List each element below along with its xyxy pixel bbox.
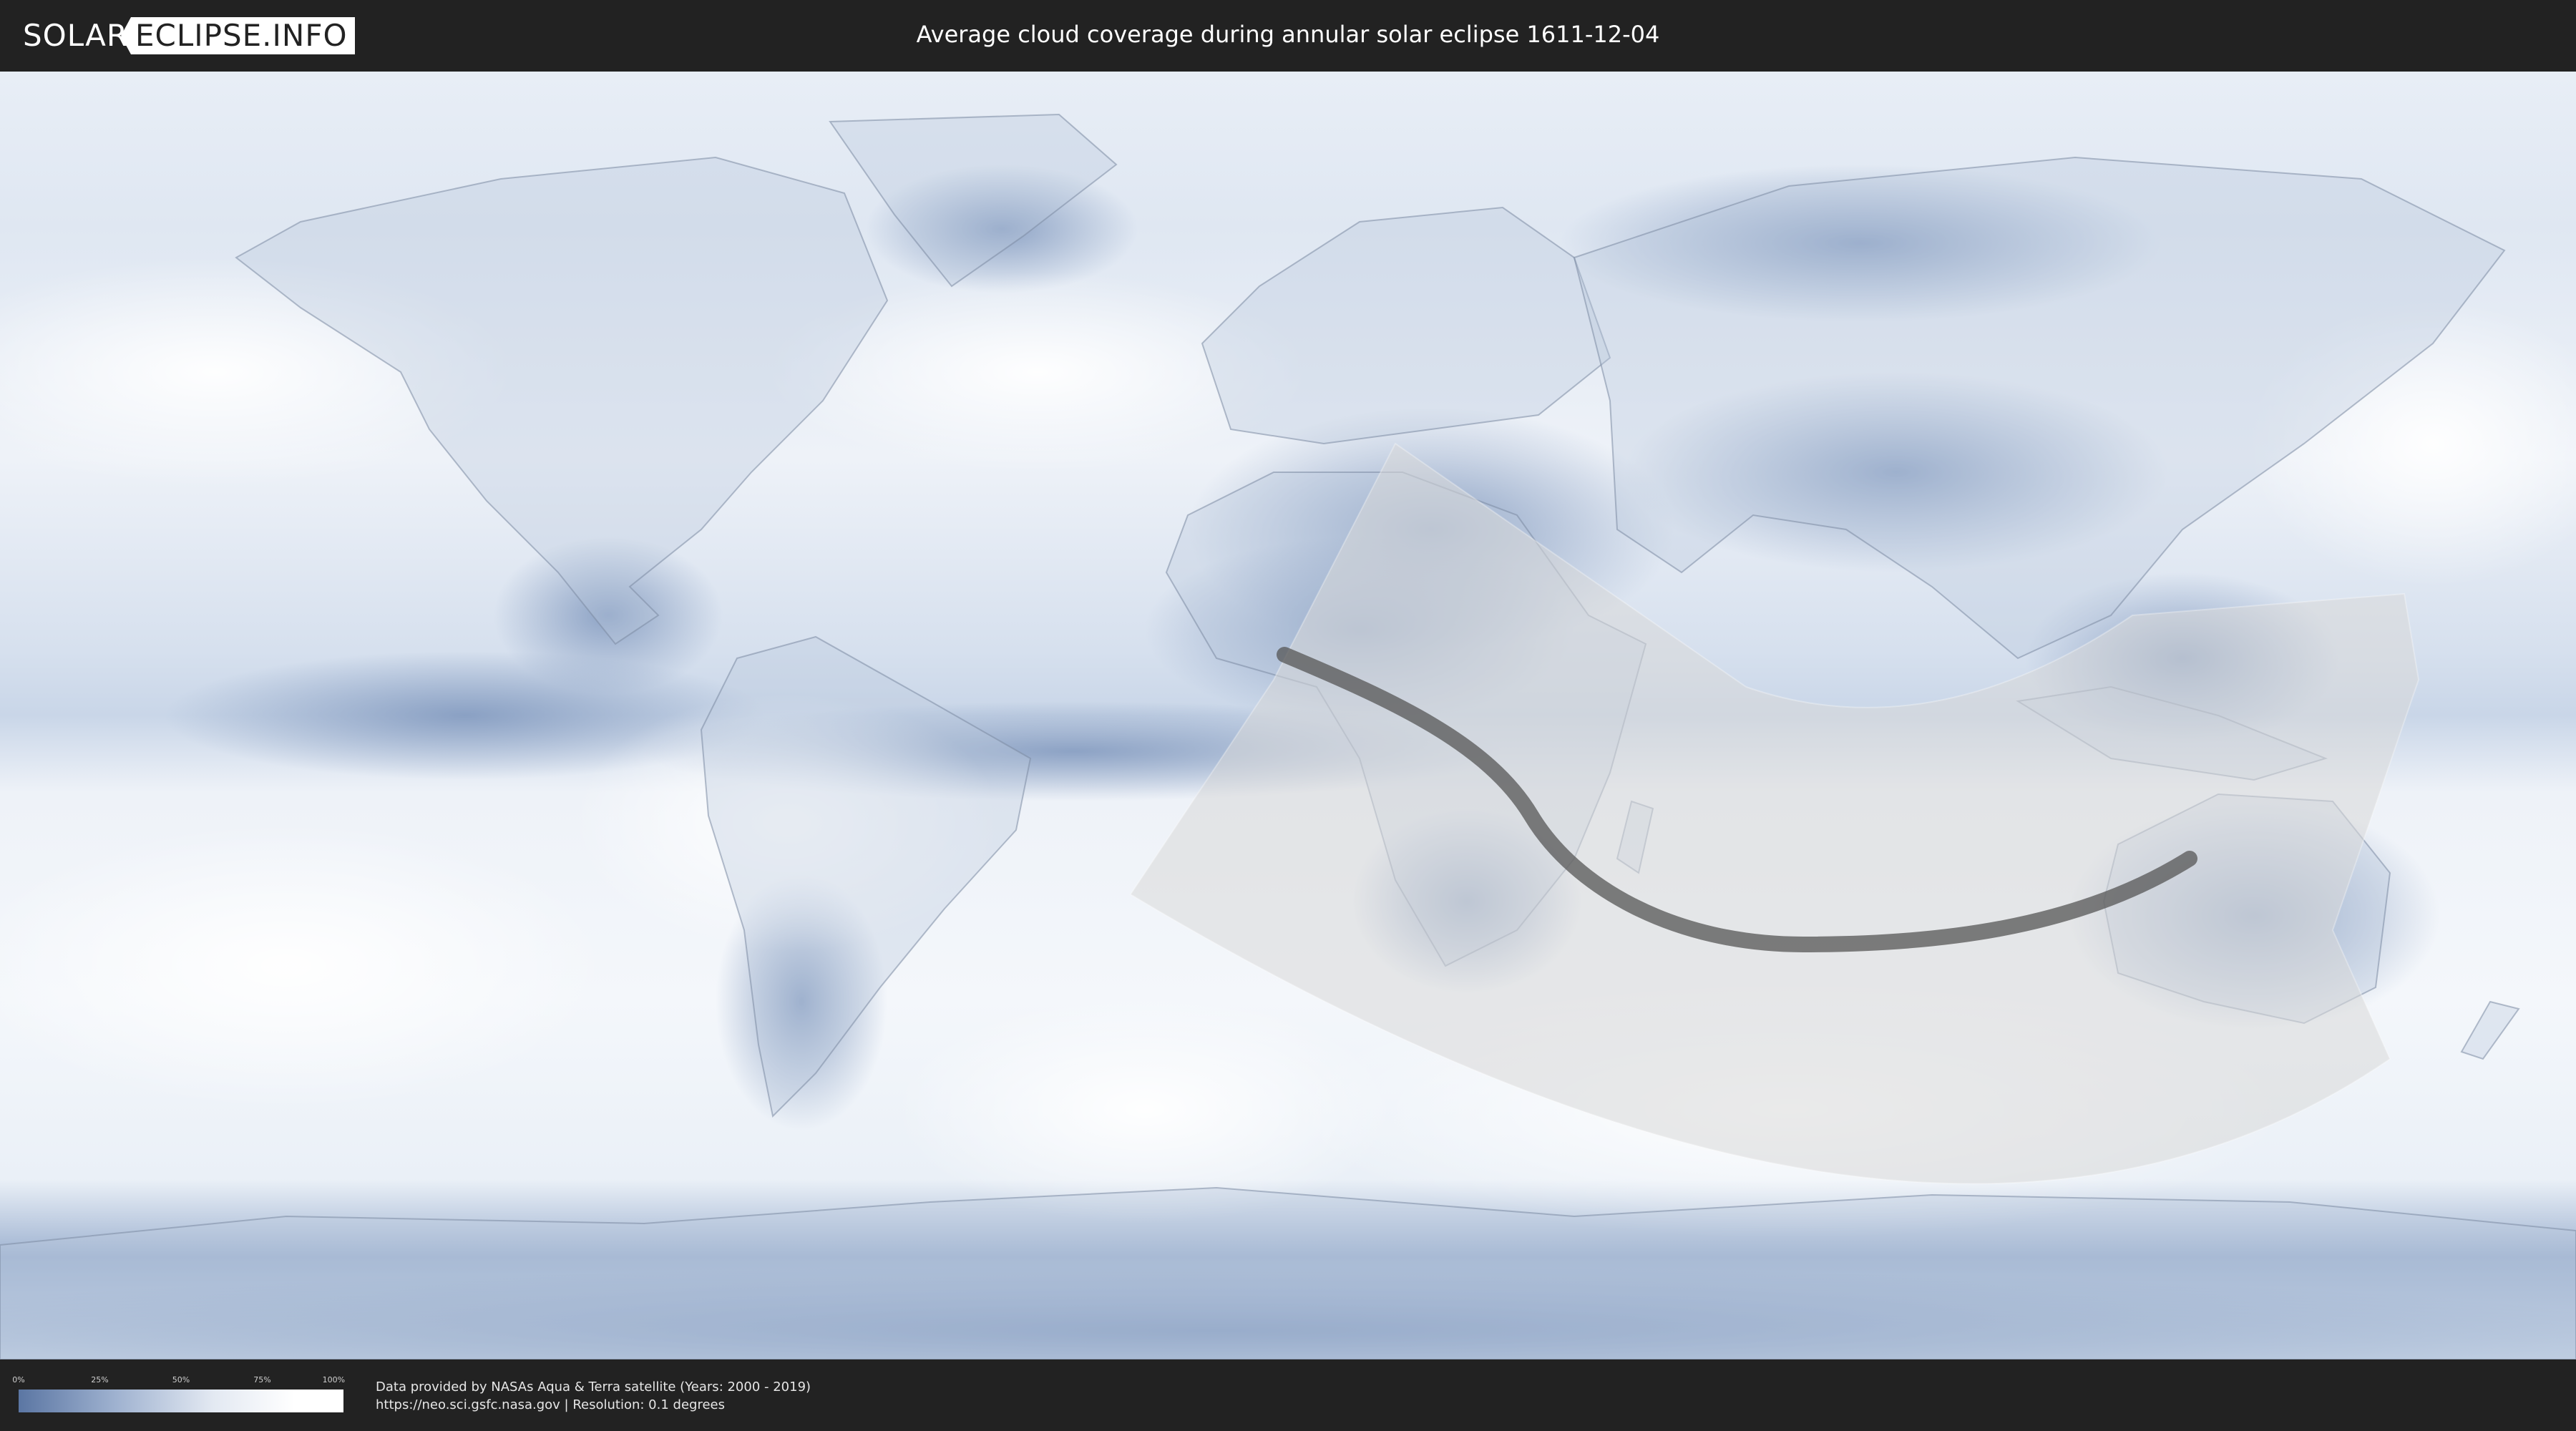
- world-map-svg: [0, 72, 2576, 1359]
- footer-bar: 0% 25% 50% 75% 100% Data provided by NAS…: [0, 1359, 2576, 1431]
- scale-label-0: 0%: [12, 1375, 25, 1384]
- scale-label-50: 50%: [172, 1375, 190, 1384]
- scale-label-100: 100%: [322, 1375, 346, 1384]
- credit-line-source: Data provided by NASAs Aqua & Terra sate…: [376, 1379, 811, 1395]
- data-credits: Data provided by NASAs Aqua & Terra sate…: [376, 1378, 811, 1414]
- cloud-coverage-scale-bar: [19, 1390, 343, 1412]
- header-bar: SOLAR ECLIPSE.INFO Average cloud coverag…: [0, 0, 2576, 72]
- page-title: Average cloud coverage during annular so…: [916, 21, 1660, 48]
- scale-label-75: 75%: [253, 1375, 271, 1384]
- credit-line-url[interactable]: https://neo.sci.gsfc.nasa.gov | Resoluti…: [376, 1396, 811, 1414]
- scale-label-25: 25%: [91, 1375, 109, 1384]
- scale-labels: 0% 25% 50% 75% 100%: [12, 1375, 346, 1385]
- cloud-coverage-map[interactable]: [0, 72, 2576, 1359]
